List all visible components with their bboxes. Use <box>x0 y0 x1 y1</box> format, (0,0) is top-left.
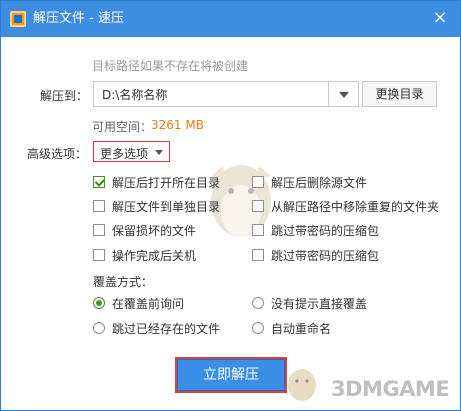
app-icon <box>10 11 26 27</box>
destination-label: 解压到： <box>40 89 89 103</box>
window-title: 解压文件 - 速压 <box>33 11 124 26</box>
mode-auto-rename[interactable]: 自动重命名 <box>271 320 331 337</box>
option-extract-to-separate-folder[interactable]: 解压文件到单独目录 <box>112 198 220 215</box>
radio-ask-before-overwrite[interactable] <box>93 297 105 309</box>
advanced-options-label: 高级选项： <box>27 147 88 161</box>
destination-path-input[interactable] <box>93 81 329 107</box>
checkbox-keep-broken-files[interactable] <box>93 224 105 236</box>
extract-dialog: 解压文件 - 速压 × 目标路径如果不存在将被创建 解压到： 更换目录 可用空间… <box>0 0 461 411</box>
radio-overwrite-without-prompt[interactable] <box>252 297 264 309</box>
checkbox-extract-to-separate-folder[interactable] <box>93 200 105 212</box>
close-icon[interactable]: × <box>430 8 450 28</box>
change-directory-button[interactable]: 更换目录 <box>362 81 437 107</box>
available-space-value: 3261 MB <box>151 118 204 132</box>
option-shutdown-after-complete[interactable]: 操作完成后关机 <box>112 247 196 264</box>
title-bar: 解压文件 - 速压 × <box>1 1 460 37</box>
destination-hint: 目标路径如果不存在将被创建 <box>92 59 249 73</box>
available-space-label: 可用空间： <box>92 120 153 134</box>
checkbox-delete-source-after-extract[interactable] <box>252 176 264 188</box>
option-keep-broken-files[interactable]: 保留损坏的文件 <box>112 222 196 239</box>
option-skip-password-archives-2[interactable]: 跳过带密码的压缩包 <box>271 247 379 264</box>
path-dropdown-button[interactable] <box>329 81 359 107</box>
option-remove-duplicate-folder[interactable]: 从解压路径中移除重复的文件夹 <box>271 198 439 215</box>
chevron-down-icon <box>155 150 163 155</box>
mode-skip-existing-files[interactable]: 跳过已经存在的文件 <box>112 320 220 337</box>
checkbox-skip-password-archives-2[interactable] <box>252 249 264 261</box>
more-options-dropdown[interactable]: 更多选项 <box>93 141 170 162</box>
mascot-watermark-icon <box>288 369 316 401</box>
more-options-label: 更多选项 <box>100 147 149 161</box>
option-skip-password-archives[interactable]: 跳过带密码的压缩包 <box>271 222 379 239</box>
option-delete-source-after-extract[interactable]: 解压后删除源文件 <box>271 174 367 191</box>
radio-auto-rename[interactable] <box>252 322 264 334</box>
overwrite-mode-label: 覆盖方式： <box>93 275 154 289</box>
checkbox-skip-password-archives[interactable] <box>252 224 264 236</box>
checkbox-remove-duplicate-folder[interactable] <box>252 200 264 212</box>
mode-ask-before-overwrite[interactable]: 在覆盖前询问 <box>112 295 184 312</box>
radio-skip-existing-files[interactable] <box>93 322 105 334</box>
mode-overwrite-without-prompt[interactable]: 没有提示直接覆盖 <box>271 295 367 312</box>
extract-now-button[interactable]: 立即解压 <box>177 359 285 391</box>
checkbox-shutdown-after-complete[interactable] <box>93 249 105 261</box>
option-open-folder-after-extract[interactable]: 解压后打开所在目录 <box>112 174 220 191</box>
checkbox-open-folder-after-extract[interactable] <box>93 176 105 188</box>
watermark-text: 3DMGAME <box>331 377 450 401</box>
